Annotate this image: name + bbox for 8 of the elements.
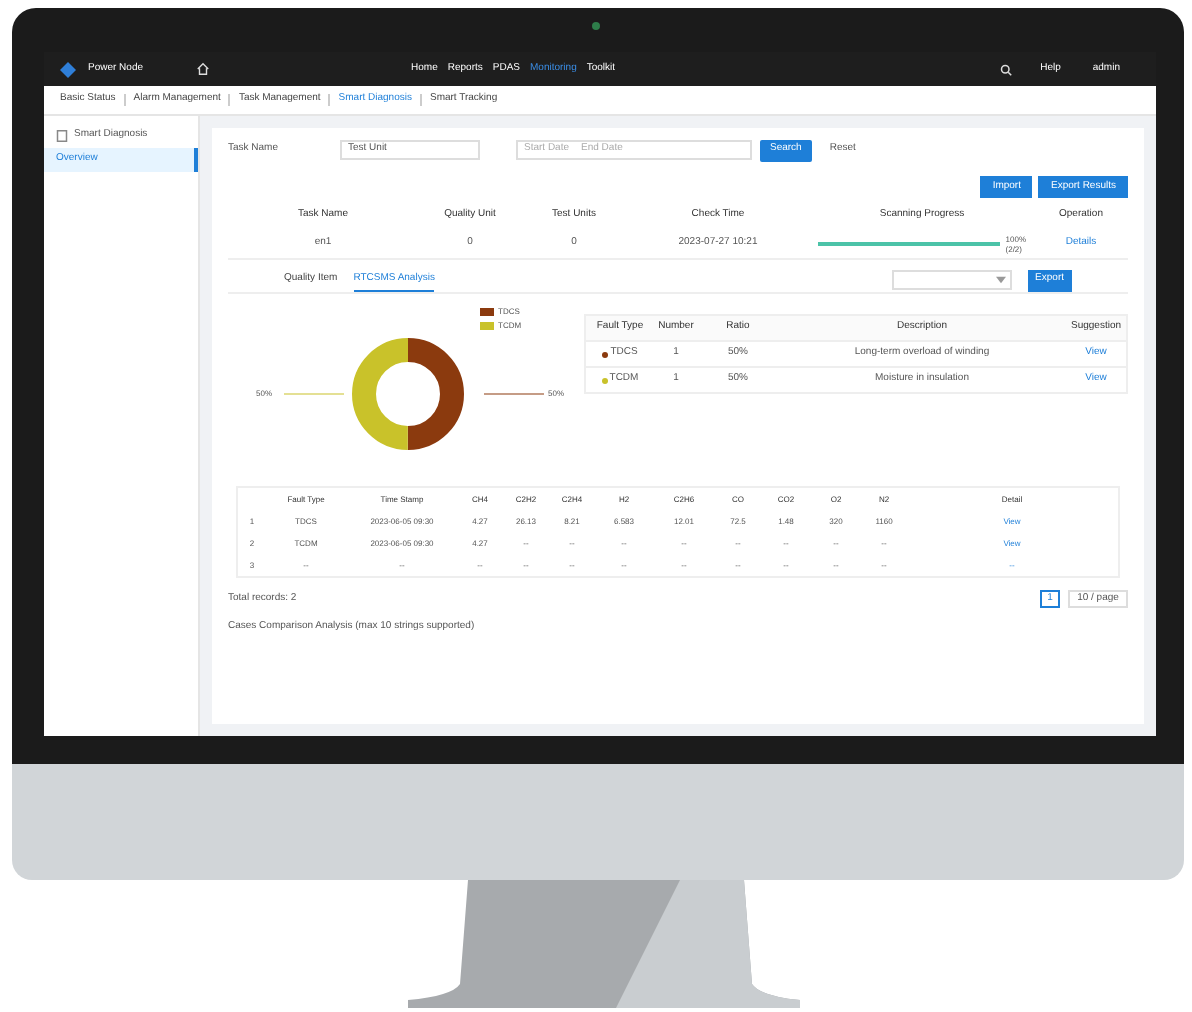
caret-icon [995, 276, 1006, 284]
camera-icon [592, 22, 600, 30]
search-icon[interactable] [1000, 63, 1013, 75]
logo-icon [60, 61, 76, 77]
home-icon[interactable] [195, 62, 210, 76]
document-icon [56, 130, 68, 142]
leader-line [284, 392, 344, 396]
leader-line [484, 392, 544, 396]
